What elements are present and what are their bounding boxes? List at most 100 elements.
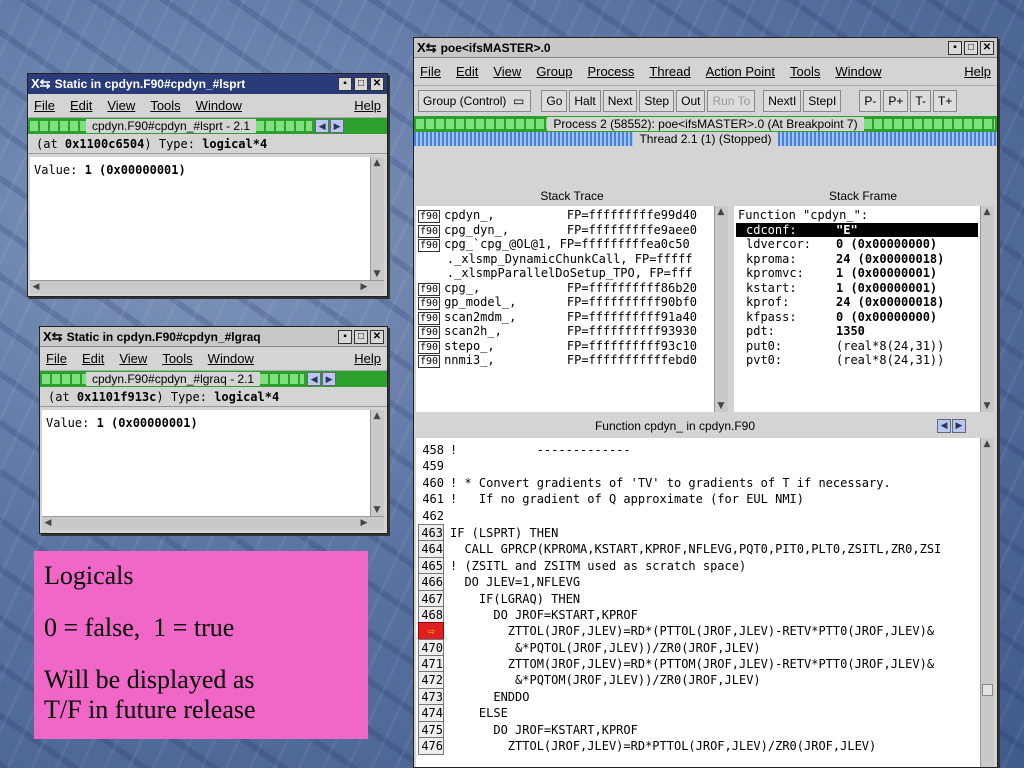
static-window-lsprt[interactable]: X⇆ Static in cpdyn.F90#cpdyn_#lsprt ▪ □ …	[27, 73, 388, 297]
static-window-lgraq[interactable]: X⇆ Static in cpdyn.F90#cpdyn_#lgraq ▪ □ …	[39, 326, 388, 534]
source-line[interactable]: 468 DO JROF=KSTART,KPROF	[418, 605, 978, 625]
prev-process-button[interactable]: P-	[859, 90, 882, 112]
line-number[interactable]: 461	[418, 491, 444, 507]
source-line[interactable]: 465! (ZSITL and ZSITM used as scratch sp…	[418, 556, 978, 576]
next-button[interactable]: Next	[602, 90, 638, 112]
stack-frame-variable[interactable]: kpromvc: 1 (0x00000001)	[736, 266, 978, 281]
next-thread-button[interactable]: T+	[933, 90, 958, 112]
scroll-right-icon[interactable]: ▶	[358, 281, 370, 293]
scroll-thumb[interactable]	[982, 684, 993, 696]
step-instruction-button[interactable]: StepI	[803, 90, 842, 112]
source-line[interactable]: 471 ZTTOM(JROF,JLEV)=RD*(PTTOM(JROF,JLEV…	[418, 655, 978, 674]
menu-edit[interactable]: Edit	[456, 64, 478, 79]
maximize-button[interactable]: □	[354, 329, 368, 344]
scroll-up-icon[interactable]: ▲	[981, 206, 993, 218]
scroll-up-icon[interactable]: ▲	[371, 157, 383, 169]
source-line[interactable]: 459	[418, 458, 978, 474]
menu-file[interactable]: File	[46, 351, 67, 366]
back-arrow-icon[interactable]: ◀	[315, 119, 330, 133]
line-number[interactable]: 458	[418, 442, 444, 458]
stack-trace-row[interactable]: f90 scan2mdm_, FP=ffffffffff91a40	[418, 310, 712, 325]
horizontal-scrollbar[interactable]: ◀ ▶	[42, 516, 384, 530]
menu-help[interactable]: Help	[964, 64, 991, 79]
stack-frame-scrollbar[interactable]: ▲ ▼	[980, 206, 994, 412]
process-window[interactable]: X⇆ poe<ifsMASTER>.0 ▪ □ ✕ File Edit View…	[413, 37, 998, 768]
scroll-up-icon[interactable]: ▲	[981, 438, 993, 450]
back-arrow-icon[interactable]: ◀	[307, 372, 322, 386]
menu-process[interactable]: Process	[587, 64, 634, 79]
stack-frame-variable[interactable]: put0: (real*8(24,31))	[736, 339, 978, 354]
stack-trace-row[interactable]: f90 nnmi3_, FP=fffffffffffebd0	[418, 353, 712, 368]
scroll-down-icon[interactable]: ▼	[715, 400, 727, 412]
minimize-button[interactable]: ▪	[948, 40, 962, 55]
menu-file[interactable]: File	[34, 98, 55, 113]
menu-action-point[interactable]: Action Point	[706, 64, 775, 79]
menu-window[interactable]: Window	[835, 64, 881, 79]
source-line[interactable]: 460 ! * Convert gradients of 'TV' to grad…	[418, 475, 978, 491]
source-scrollbar[interactable]: ▲	[980, 438, 994, 767]
menu-tools[interactable]: Tools	[790, 64, 820, 79]
minimize-button[interactable]: ▪	[338, 77, 352, 91]
menu-tools[interactable]: Tools	[162, 351, 192, 366]
close-button[interactable]: ✕	[370, 77, 384, 91]
stack-trace-row[interactable]: f90 cpdyn_, FP=fffffffffe99d40	[418, 208, 712, 223]
menu-help[interactable]: Help	[354, 351, 381, 366]
source-line[interactable]: 464 CALL GPRCP(KPROMA,KSTART,KPROF,NFLEV…	[418, 540, 978, 559]
scroll-down-icon[interactable]: ▼	[981, 400, 993, 412]
menu-view[interactable]: View	[107, 98, 135, 113]
stack-frame-variable[interactable]: kfpass: 0 (0x00000000)	[736, 310, 978, 325]
minimize-button[interactable]: ▪	[338, 329, 352, 344]
scroll-left-icon[interactable]: ◀	[42, 517, 54, 529]
menu-edit[interactable]: Edit	[70, 98, 92, 113]
stack-trace-row[interactable]: f90 cpg_dyn_, FP=fffffffffe9aee0	[418, 223, 712, 238]
out-button[interactable]: Out	[676, 90, 706, 112]
line-number[interactable]: 459	[418, 458, 444, 474]
maximize-button[interactable]: □	[354, 77, 368, 91]
scroll-up-icon[interactable]: ▲	[371, 410, 383, 422]
scroll-up-icon[interactable]: ▲	[715, 206, 727, 218]
menu-help[interactable]: Help	[354, 98, 381, 113]
stack-frame-variable[interactable]: kprof: 24 (0x00000018)	[736, 295, 978, 310]
go-button[interactable]: Go	[541, 90, 568, 112]
stack-frame-pane[interactable]: Function "cpdyn_": cdconf: "E" ldvercor: 0 …	[734, 206, 980, 412]
stack-trace-pane[interactable]: f90 cpdyn_, FP=fffffffffe99d40 f90 cpg_dyn_…	[416, 206, 714, 412]
next-instruction-button[interactable]: NextI	[763, 90, 802, 112]
source-line[interactable]: 473 ENDDO	[418, 687, 978, 707]
stack-trace-row[interactable]: f90 gp_model_, FP=ffffffffff90bf0	[418, 295, 712, 310]
source-line[interactable]: 475 DO JROF=KSTART,KPROF	[418, 720, 978, 740]
stack-trace-row[interactable]: f90 cpg_, FP=ffffffffff86b20	[418, 281, 712, 296]
menu-view[interactable]: View	[119, 351, 147, 366]
stack-trace-row[interactable]: f90 cpg_`cpg_@OL@1, FP=fffffffffea0c50	[418, 237, 712, 252]
vertical-scrollbar[interactable]: ▲ ▼	[370, 157, 384, 280]
source-line[interactable]: 470 &*PQTOL(JROF,JLEV))/ZR0(JROF,JLEV)	[418, 638, 978, 658]
scroll-down-icon[interactable]: ▼	[371, 268, 383, 280]
back-arrow-icon[interactable]: ◀	[937, 419, 951, 433]
menu-edit[interactable]: Edit	[82, 351, 104, 366]
prev-thread-button[interactable]: T-	[910, 90, 931, 112]
group-select[interactable]: Group (Control) ▭	[418, 90, 532, 112]
variable-value[interactable]: 1 (0x00000001)	[97, 416, 198, 430]
scroll-left-icon[interactable]: ◀	[30, 281, 42, 293]
line-number[interactable]: 476	[418, 737, 444, 756]
source-line[interactable]: 474 ELSE	[418, 704, 978, 723]
line-number[interactable]: 462	[418, 508, 444, 524]
close-button[interactable]: ✕	[980, 40, 994, 55]
halt-button[interactable]: Halt	[569, 90, 601, 112]
horizontal-scrollbar[interactable]: ◀ ▶	[30, 280, 384, 294]
menu-group[interactable]: Group	[536, 64, 572, 79]
source-line[interactable]: ⇨ ZTTOL(JROF,JLEV)=RD*(PTTOL(JROF,JLEV)-…	[418, 622, 978, 641]
line-number[interactable]: 460	[418, 475, 444, 491]
menu-window[interactable]: Window	[208, 351, 254, 366]
value-pane[interactable]: Value: 1 (0x00000001)	[42, 410, 370, 516]
source-line[interactable]: 461 ! If no gradient of Q approximate (fo…	[418, 491, 978, 507]
menu-thread[interactable]: Thread	[649, 64, 690, 79]
source-line[interactable]: 458 ! -------------	[418, 442, 978, 458]
stack-trace-row[interactable]: f90 scan2h_, FP=ffffffffff93930	[418, 324, 712, 339]
value-pane[interactable]: Value: 1 (0x00000001)	[30, 157, 370, 280]
maximize-button[interactable]: □	[964, 40, 978, 55]
source-line[interactable]: 462	[418, 508, 978, 524]
source-line[interactable]: 476 ZTTOL(JROF,JLEV)=RD*PTTOL(JROF,JLEV)…	[418, 737, 978, 756]
window-titlebar[interactable]: X⇆ Static in cpdyn.F90#cpdyn_#lgraq ▪ □ …	[40, 327, 387, 347]
stack-frame-variable[interactable]: kproma: 24 (0x00000018)	[736, 252, 978, 267]
menu-view[interactable]: View	[493, 64, 521, 79]
